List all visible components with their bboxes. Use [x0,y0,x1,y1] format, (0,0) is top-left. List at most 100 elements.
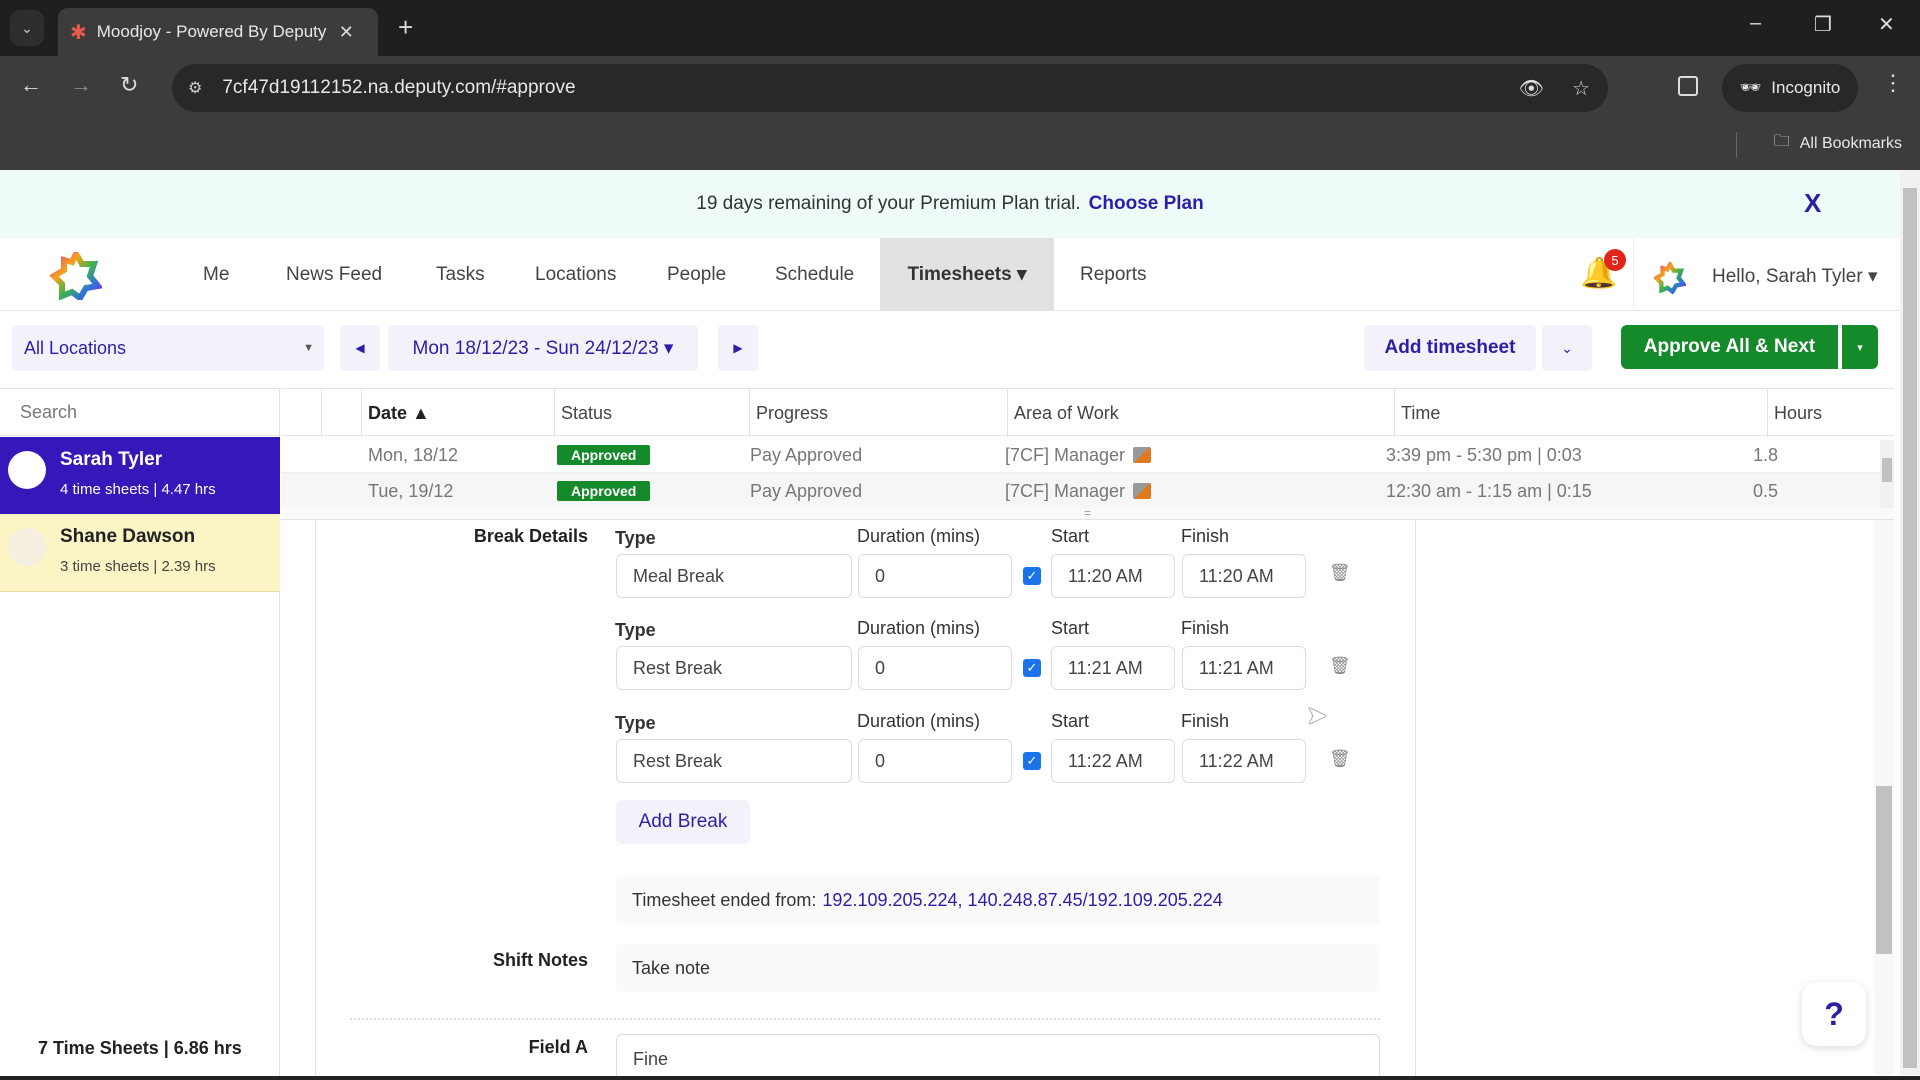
employee-item-shane-dawson[interactable]: Shane Dawson 3 time sheets | 2.39 hrs [0,514,280,592]
incognito-icon: 🕶 [1739,78,1762,97]
nav-timesheets[interactable]: Timesheets ▾ [880,238,1054,311]
break-start-input[interactable]: 11:22 AM [1051,739,1175,783]
break-duration-input[interactable]: 0 [858,646,1012,690]
side-panel-icon[interactable] [1678,76,1698,96]
break-details-label: Break Details [473,526,588,546]
nav-locations[interactable]: Locations [535,238,616,311]
table-row[interactable]: Tue, 19/12 Approved Pay Approved [7CF] M… [281,473,1881,509]
reload-icon[interactable]: ↻ [120,72,138,98]
column-date[interactable]: Date ▲ [361,389,554,437]
row-date: Tue, 19/12 [368,480,454,501]
help-button[interactable]: ? [1802,982,1866,1046]
page-scrollbar[interactable] [1900,170,1920,1075]
column-time[interactable]: Time [1394,389,1767,437]
employee-item-sarah-tyler[interactable]: Sarah Tyler 4 time sheets | 4.47 hrs [0,437,280,515]
new-tab-button[interactable]: + [398,12,413,43]
add-break-button[interactable]: Add Break [616,800,750,844]
bookmarks-divider [1736,132,1737,158]
detail-scrollbar-thumb[interactable] [1876,786,1892,954]
duration-label: Duration (mins) [857,526,981,546]
row-area: [7CF] Manager [1005,444,1126,465]
forward-icon[interactable]: → [70,72,92,98]
pane-resize-handle[interactable]: = [281,507,1894,520]
user-menu[interactable]: Hello, Sarah Tyler ▾ [1712,265,1877,288]
break-start-input[interactable]: 11:20 AM [1051,554,1175,598]
break-type-select[interactable]: Rest Break [616,739,852,783]
close-window-icon[interactable]: ✕ [1878,12,1895,37]
url-text[interactable]: 7cf47d19112152.na.deputy.com/#approve [222,77,575,99]
break-finish-input[interactable]: 11:22 AM [1182,739,1306,783]
close-banner-icon[interactable]: X [1804,188,1821,219]
nav-me[interactable]: Me [203,238,229,311]
tab-title: Moodjoy - Powered By Deputy [96,22,327,41]
break-checkbox[interactable]: ✓ [1023,752,1041,770]
column-status[interactable]: Status [554,389,749,437]
add-timesheet-button[interactable]: Add timesheet [1364,325,1536,371]
employee-avatar [8,451,46,489]
field-a-input[interactable]: Fine [616,1034,1380,1080]
moodjoy-logo-icon[interactable] [50,252,102,300]
break-duration-input[interactable]: 0 [858,554,1012,598]
delete-break-trash-icon[interactable]: 🗑 [1329,656,1351,676]
duration-label: Duration (mins) [857,618,981,638]
approve-all-next-button[interactable]: Approve All & Next [1621,325,1838,369]
table-scrollbar[interactable] [1880,440,1894,510]
delete-break-trash-icon[interactable]: 🗑 [1329,749,1351,769]
week-range-picker[interactable]: Mon 18/12/23 - Sun 24/12/23 ▾ [388,325,698,371]
field-a-label: Field A [528,1037,588,1057]
section-divider [350,1018,1380,1020]
minimize-icon[interactable]: – [1750,12,1761,35]
break-type-select[interactable]: Rest Break [616,646,852,690]
location-select[interactable]: All Locations ▼ [12,325,324,371]
nav-reports[interactable]: Reports [1080,238,1147,311]
detail-scrollbar[interactable] [1874,520,1894,1075]
break-start-input[interactable]: 11:21 AM [1051,646,1175,690]
add-timesheet-menu-chevron-icon[interactable]: ⌄ [1542,325,1592,371]
employee-avatar [8,528,46,566]
column-hours[interactable]: Hours [1767,389,1894,437]
status-badge: Approved [557,481,651,501]
user-avatar-icon[interactable] [1654,262,1686,294]
next-week-button[interactable]: ▶ [718,325,758,371]
close-tab-icon[interactable]: ✕ [339,22,354,43]
restore-icon[interactable]: ❐ [1814,12,1832,37]
table-row[interactable]: Mon, 18/12 Approved Pay Approved [7CF] M… [281,437,1881,473]
timesheet-table-header: Date ▲ Status Progress Area of Work Time… [281,388,1894,437]
break-checkbox[interactable]: ✓ [1023,659,1041,677]
eye-off-icon[interactable]: 👁 [1519,76,1544,101]
break-type-select[interactable]: Meal Break [616,554,852,598]
bookmark-star-icon[interactable]: ☆ [1572,76,1590,101]
caret-down-icon: ▼ [303,342,314,354]
nav-schedule[interactable]: Schedule [775,238,854,311]
break-finish-input[interactable]: 11:21 AM [1182,646,1306,690]
tab-list-button[interactable]: ⌄ [10,10,44,46]
prev-week-button[interactable]: ◀ [340,325,380,371]
finish-label: Finish [1181,618,1230,638]
page-scrollbar-thumb[interactable] [1903,188,1917,1068]
column-progress[interactable]: Progress [749,389,1007,437]
break-checkbox[interactable]: ✓ [1023,567,1041,585]
delete-break-trash-icon[interactable]: 🗑 [1329,563,1351,583]
employee-search-input[interactable]: Search [0,388,280,436]
choose-plan-link[interactable]: Choose Plan [1089,193,1204,215]
browser-menu-icon[interactable]: ⋮ [1882,70,1904,96]
break-duration-input[interactable]: 0 [858,739,1012,783]
nav-news-feed[interactable]: News Feed [286,238,382,311]
browser-tab[interactable]: ✱ Moodjoy - Powered By Deputy ✕ [58,8,378,56]
employee-summary: 3 time sheets | 2.39 hrs [60,558,216,575]
back-icon[interactable]: ← [20,72,42,98]
employee-name: Shane Dawson [60,526,196,547]
nav-people[interactable]: People [667,238,726,311]
address-bar[interactable]: ⚙ 7cf47d19112152.na.deputy.com/#approve [172,64,1608,112]
nav-tasks[interactable]: Tasks [436,238,485,311]
table-scrollbar-thumb[interactable] [1882,458,1892,482]
all-bookmarks-button[interactable]: 🗀 All Bookmarks [1774,130,1902,157]
incognito-button[interactable]: 🕶 Incognito [1722,64,1858,112]
folder-icon: 🗀 [1773,133,1790,150]
approve-menu-caret-icon[interactable]: ▾ [1842,325,1878,369]
start-label: Start [1051,526,1090,546]
column-area-of-work[interactable]: Area of Work [1007,389,1394,437]
break-finish-input[interactable]: 11:20 AM [1182,554,1306,598]
row-time: 12:30 am - 1:15 am | 0:15 [1386,480,1592,501]
site-info-icon[interactable]: ⚙ [188,78,202,98]
